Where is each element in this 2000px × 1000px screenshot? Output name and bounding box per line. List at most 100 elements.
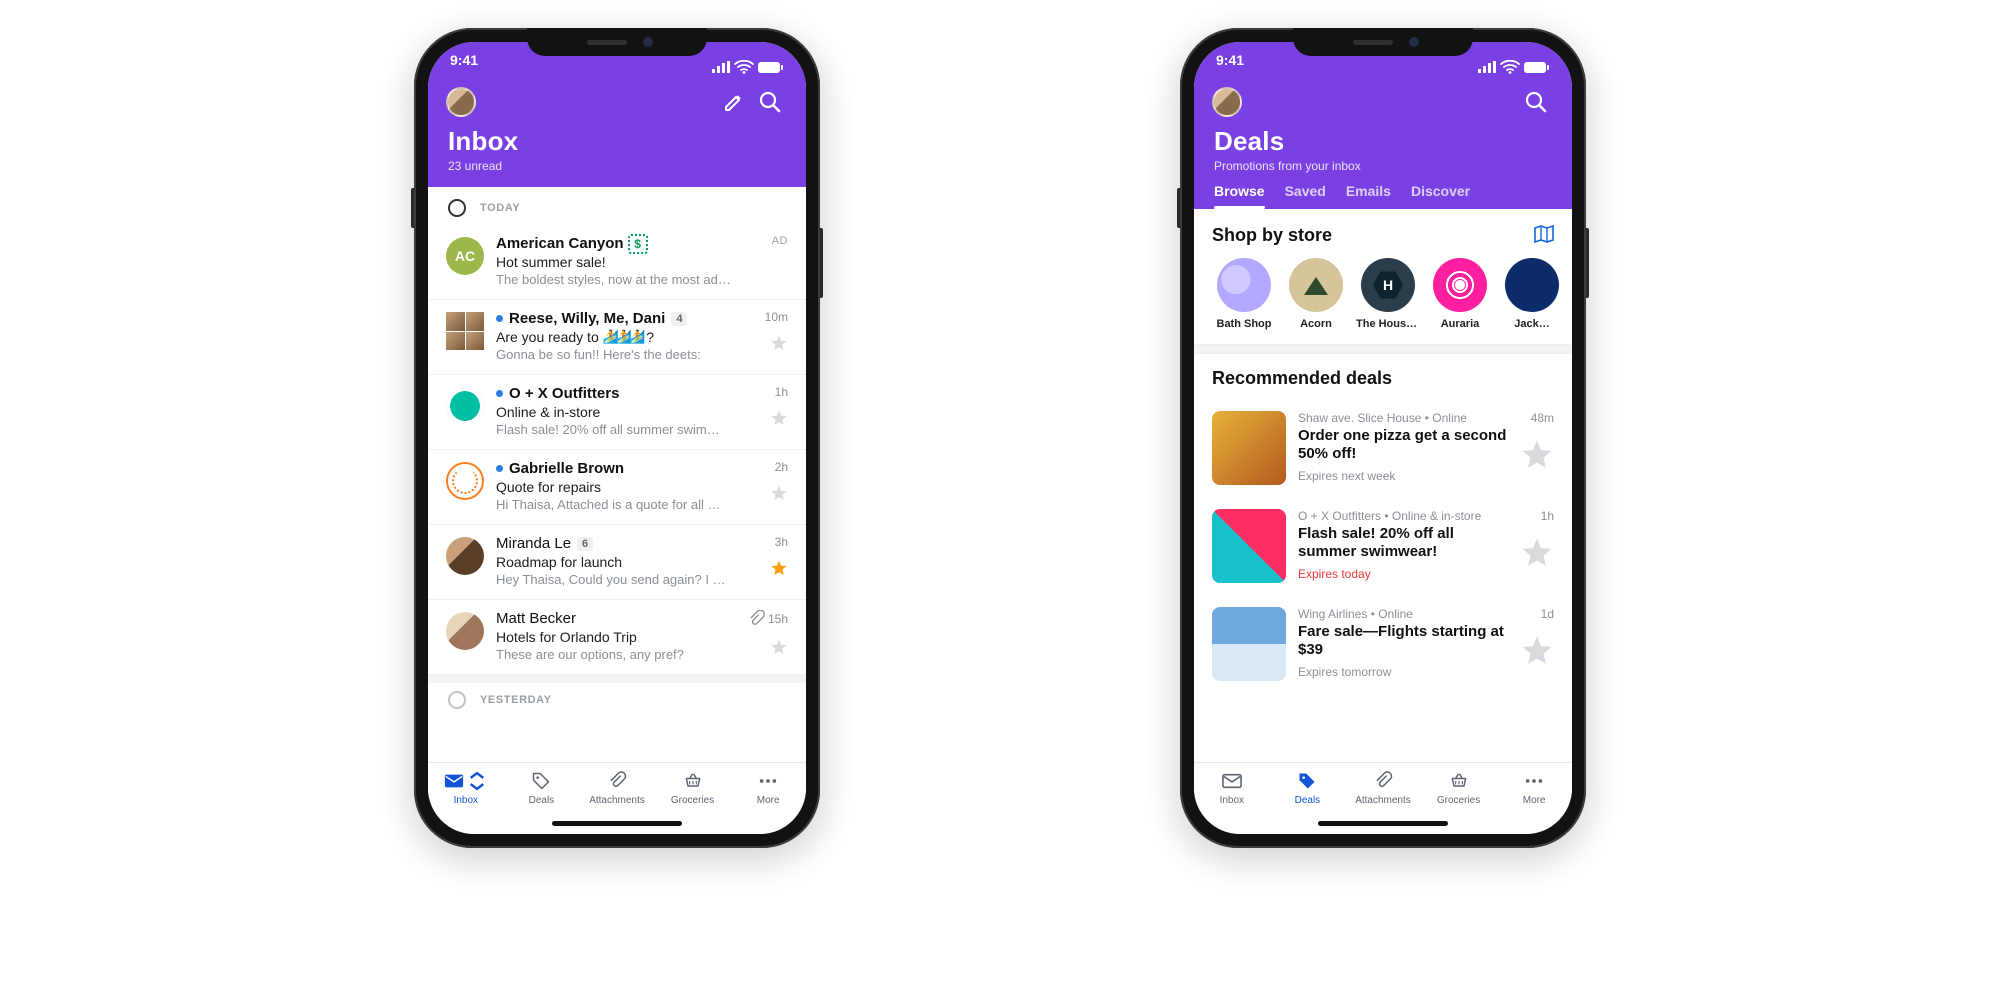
select-all-circle[interactable]: [448, 691, 466, 709]
deal-title: Fare sale—Flights starting at $39: [1298, 623, 1508, 659]
select-all-circle[interactable]: [448, 199, 466, 217]
tab-browse[interactable]: Browse: [1214, 183, 1265, 209]
store-logo: [1289, 258, 1343, 312]
star-icon[interactable]: [770, 409, 788, 427]
store-item[interactable]: HThe Houston: [1356, 258, 1420, 330]
search-icon: [758, 90, 782, 114]
unread-count: 23 unread: [448, 159, 786, 173]
compose-button[interactable]: [716, 84, 752, 120]
message-row[interactable]: Miranda Le 6 Roadmap for launch Hey Thai…: [428, 525, 806, 600]
star-icon[interactable]: [770, 484, 788, 502]
store-logo: [1217, 258, 1271, 312]
status-time: 9:41: [450, 52, 478, 82]
store-name: Jack…: [1500, 318, 1564, 330]
sender-avatar: [446, 537, 484, 575]
map-icon: [1532, 223, 1554, 243]
tab-discover[interactable]: Discover: [1411, 183, 1470, 209]
nav-inbox[interactable]: Inbox: [1194, 763, 1270, 834]
search-button[interactable]: [1518, 84, 1554, 120]
deals-tabs: Browse Saved Emails Discover: [1194, 183, 1572, 209]
thread-count: 6: [577, 537, 593, 551]
tab-saved[interactable]: Saved: [1285, 183, 1326, 209]
divider: [1194, 344, 1572, 354]
message-time: 2h: [775, 460, 788, 474]
message-row[interactable]: Gabrielle Brown Quote for repairs Hi Tha…: [428, 450, 806, 525]
section-label-today: TODAY: [480, 202, 520, 214]
deal-expires: Expires today: [1298, 567, 1508, 581]
nav-more[interactable]: More: [1496, 763, 1572, 834]
mail-icon: [443, 771, 465, 791]
star-icon[interactable]: [1520, 439, 1554, 470]
deals-body: Shop by store Bath Shop Acorn HThe Houst…: [1194, 209, 1572, 762]
thread-count: 4: [671, 312, 687, 326]
phone-deals: 9:41 Deals Promotions from your inbox Br…: [1180, 28, 1586, 848]
star-icon[interactable]: [770, 559, 788, 577]
store-name: The Houston: [1356, 318, 1420, 330]
deals-header: 9:41 Deals Promotions from your inbox Br…: [1194, 42, 1572, 209]
message-row[interactable]: O + X Outfitters Online & in-store Flash…: [428, 375, 806, 450]
deal-merchant: Wing Airlines • Online: [1298, 607, 1508, 621]
page-title: Inbox: [448, 126, 786, 157]
deal-merchant: O + X Outfitters • Online & in-store: [1298, 509, 1508, 523]
star-icon[interactable]: [1520, 537, 1554, 568]
deal-time: 1h: [1541, 509, 1554, 523]
unread-dot-icon: [496, 465, 503, 472]
ad-label: AD: [772, 235, 788, 247]
deal-row[interactable]: Shaw ave. Slice House • Online Order one…: [1194, 399, 1572, 497]
signal-icon: [1478, 61, 1496, 73]
sender-avatar: [446, 312, 484, 350]
profile-avatar[interactable]: [446, 87, 476, 117]
bottom-nav: Inbox Deals Attachments Groceries More: [1194, 762, 1572, 834]
ad-subject: Hot summer sale!: [496, 254, 736, 270]
page-subtitle: Promotions from your inbox: [1214, 159, 1552, 173]
star-icon[interactable]: [770, 638, 788, 656]
star-icon[interactable]: [770, 334, 788, 352]
nav-inbox[interactable]: Inbox: [428, 763, 504, 834]
deal-expires: Expires next week: [1298, 469, 1508, 483]
deal-row[interactable]: O + X Outfitters • Online & in-store Fla…: [1194, 497, 1572, 595]
message-snippet: These are our options, any pref?: [496, 647, 736, 662]
store-item[interactable]: Bath Shop: [1212, 258, 1276, 330]
search-icon: [1524, 90, 1548, 114]
notch: [527, 28, 707, 56]
store-name: Bath Shop: [1212, 318, 1276, 330]
store-item[interactable]: Jack…: [1500, 258, 1564, 330]
store-list[interactable]: Bath Shop Acorn HThe Houston Auraria Jac…: [1194, 258, 1572, 344]
home-indicator[interactable]: [1318, 821, 1448, 826]
message-row[interactable]: Matt Becker Hotels for Orlando Trip Thes…: [428, 600, 806, 675]
deal-time: 1d: [1541, 607, 1554, 621]
tag-icon: [1296, 771, 1318, 791]
deal-time: 48m: [1531, 411, 1554, 425]
store-item[interactable]: Auraria: [1428, 258, 1492, 330]
message-snippet: Flash sale! 20% off all summer swim…: [496, 422, 736, 437]
section-yesterday: YESTERDAY: [428, 683, 806, 717]
sort-icon: [466, 771, 488, 791]
map-button[interactable]: [1532, 223, 1554, 248]
ad-avatar: AC: [446, 237, 484, 275]
tab-emails[interactable]: Emails: [1346, 183, 1391, 209]
signal-icon: [712, 61, 730, 73]
deal-row[interactable]: Wing Airlines • Online Fare sale—Flights…: [1194, 595, 1572, 693]
basket-icon: [1448, 771, 1470, 791]
message-subject: Online & in-store: [496, 404, 736, 420]
battery-icon: [1524, 61, 1550, 74]
profile-avatar[interactable]: [1212, 87, 1242, 117]
store-item[interactable]: Acorn: [1284, 258, 1348, 330]
message-subject: Are you ready to 🏄🏄🏄?: [496, 329, 736, 345]
star-icon[interactable]: [1520, 635, 1554, 666]
unread-dot-icon: [496, 390, 503, 397]
message-row[interactable]: Reese, Willy, Me, Dani 4 Are you ready t…: [428, 300, 806, 375]
unread-dot-icon: [496, 315, 503, 322]
section-today: TODAY: [428, 187, 806, 225]
home-indicator[interactable]: [552, 821, 682, 826]
ad-row[interactable]: AC American Canyon Hot summer sale! The …: [428, 225, 806, 300]
sender-avatar: [446, 462, 484, 500]
search-button[interactable]: [752, 84, 788, 120]
nav-more[interactable]: More: [730, 763, 806, 834]
notch: [1293, 28, 1473, 56]
more-icon: [757, 771, 779, 791]
section-label-yesterday: YESTERDAY: [480, 694, 552, 706]
message-time: 3h: [775, 535, 788, 549]
page-title: Deals: [1214, 126, 1552, 157]
wifi-icon: [734, 60, 754, 74]
